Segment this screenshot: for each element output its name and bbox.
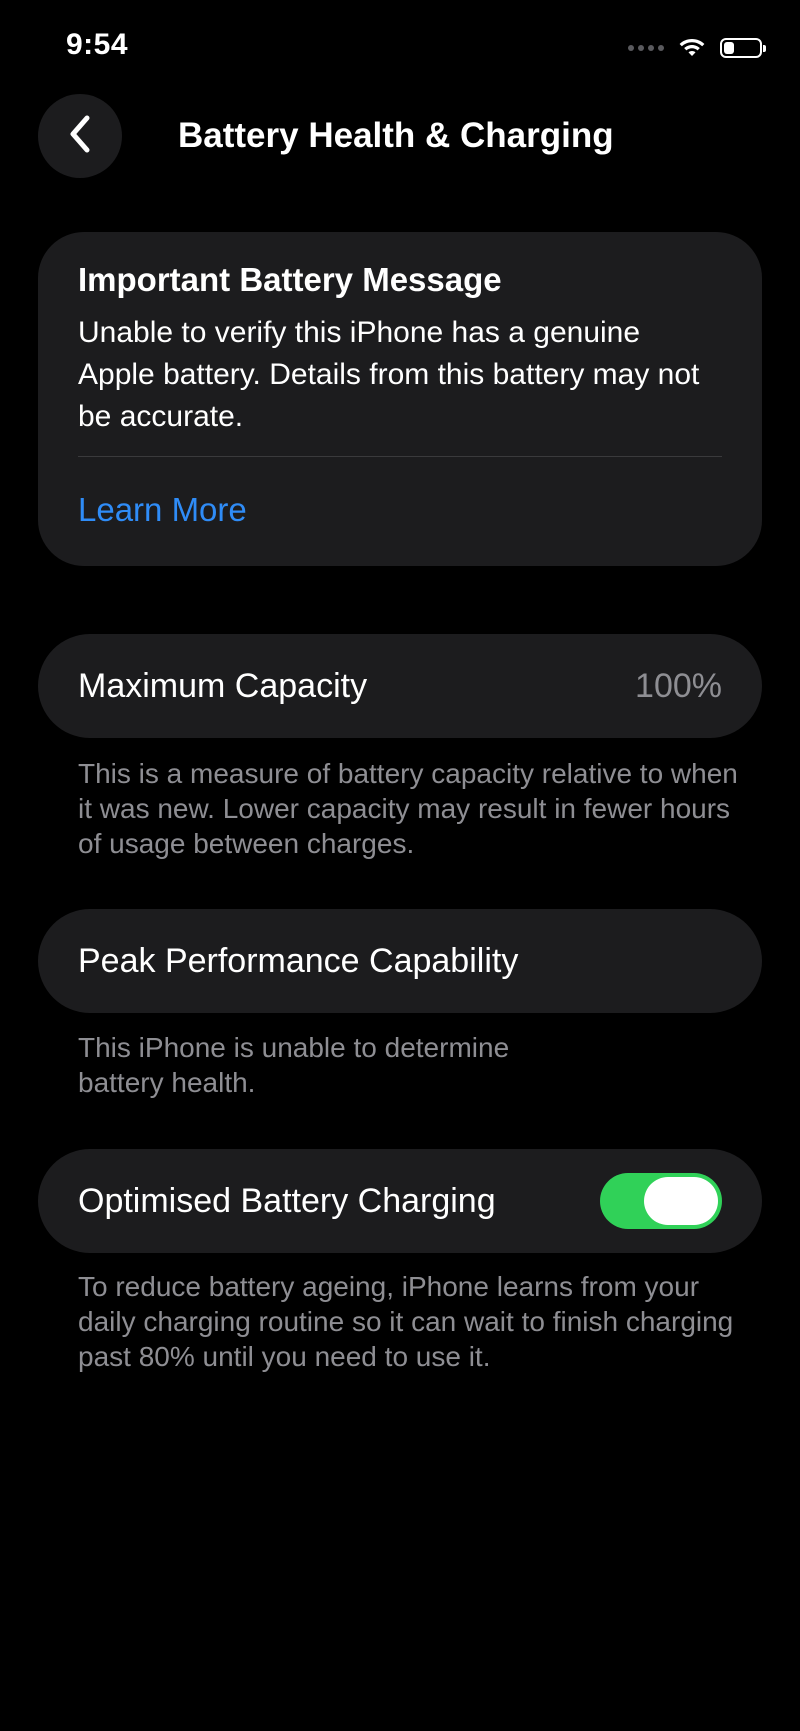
maximum-capacity-footnote: This is a measure of battery capacity re…: [78, 758, 738, 859]
page-title: Battery Health & Charging: [178, 116, 614, 155]
optimised-charging-row: Optimised Battery Charging: [38, 1149, 762, 1253]
peak-performance-label: Peak Performance Capability: [78, 941, 519, 980]
peak-performance-row[interactable]: Peak Performance Capability: [38, 909, 762, 1013]
optimised-charging-label: Optimised Battery Charging: [78, 1181, 496, 1220]
optimised-charging-footnote: To reduce battery ageing, iPhone learns …: [78, 1271, 734, 1372]
cellular-no-signal-icon: [628, 45, 664, 51]
battery-message-card: Important Battery Message Unable to veri…: [38, 232, 762, 566]
chevron-left-icon: [65, 114, 95, 159]
optimised-charging-toggle[interactable]: [600, 1173, 722, 1229]
peak-performance-footnote: This iPhone is unable to determine batte…: [78, 1032, 510, 1098]
battery-message-body: Unable to verify this iPhone has a genui…: [78, 316, 700, 433]
battery-message-title: Important Battery Message: [78, 261, 502, 298]
wifi-icon: [678, 35, 706, 62]
battery-icon: [720, 38, 766, 58]
maximum-capacity-label: Maximum Capacity: [78, 666, 368, 705]
navigation-bar: Battery Health & Charging: [0, 94, 800, 184]
toggle-knob: [644, 1177, 718, 1225]
battery-level-fill: [724, 42, 734, 54]
status-icons: [628, 34, 766, 62]
status-bar: 9:54: [0, 0, 800, 100]
maximum-capacity-row: Maximum Capacity 100%: [38, 634, 762, 738]
divider: [78, 456, 722, 457]
maximum-capacity-value: 100%: [635, 666, 722, 705]
back-button[interactable]: [38, 94, 122, 178]
status-time: 9:54: [66, 28, 129, 61]
learn-more-link[interactable]: Learn More: [78, 491, 247, 529]
